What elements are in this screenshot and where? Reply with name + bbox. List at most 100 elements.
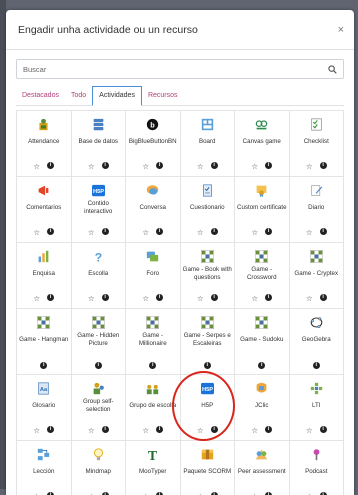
activity-item[interactable]: Group self-selection ☆ i [71,375,126,441]
info-icon[interactable]: i [210,426,218,433]
star-icon[interactable]: ☆ [197,162,204,171]
tab-featured[interactable]: Destacados [16,87,65,105]
info-icon[interactable]: i [47,228,55,235]
star-icon[interactable]: ☆ [33,426,40,435]
activity-actions: ☆i [181,294,235,303]
activity-item[interactable]: Game - Hidden Picture i [71,309,126,375]
star-icon[interactable]: ☆ [251,228,258,237]
search-box[interactable] [16,59,344,79]
activity-item[interactable]: Enquisa ☆ i [17,243,72,309]
star-icon[interactable]: ☆ [142,228,149,237]
mindmap-icon [93,448,103,461]
star-icon[interactable]: ☆ [306,228,313,237]
info-icon[interactable]: i [203,362,211,369]
activity-item[interactable]: Peer assessment☆i [235,441,290,495]
star-icon[interactable]: ☆ [251,162,258,171]
info-icon[interactable]: i [312,362,320,369]
info-icon[interactable]: i [210,294,218,301]
activity-item[interactable]: Grupo de escolla ☆ i [126,375,181,441]
star-icon[interactable]: ☆ [88,228,95,237]
activity-item[interactable]: Aa Glosario ☆ i [17,375,72,441]
info-icon[interactable]: i [210,228,218,235]
activity-item[interactable]: Conversa ☆ i [126,177,181,243]
activity-item[interactable]: Diario ☆ i [289,177,344,243]
activity-item[interactable]: Game - Serpes e Escaleiras i [180,309,235,375]
info-icon[interactable]: i [265,426,273,433]
star-icon[interactable]: ☆ [88,426,95,435]
activity-item[interactable]: Base de datos ☆ i [71,111,126,177]
search-input[interactable] [23,64,328,74]
info-icon[interactable]: i [319,426,327,433]
info-icon[interactable]: i [319,162,327,169]
activity-item[interactable]: H5P Contido interactivo ☆ i [71,177,126,243]
tab-all[interactable]: Todo [65,87,92,105]
info-icon[interactable]: i [47,162,55,169]
search-icon[interactable] [328,64,337,74]
tab-activities[interactable]: Actividades [92,86,142,106]
activity-item[interactable]: Canvas game ☆ i [235,111,290,177]
star-icon[interactable]: ☆ [142,426,149,435]
tab-resources[interactable]: Recursos [142,87,184,105]
activity-item[interactable]: Paquete SCORM☆i [181,441,235,495]
activity-item[interactable]: JClic ☆ i [235,375,290,441]
activity-item[interactable]: Game - Crossword ☆ i [235,243,290,309]
activity-item[interactable]: Game - Sudoku i [235,309,290,375]
star-icon[interactable]: ☆ [33,162,40,171]
info-icon[interactable]: i [149,362,157,369]
star-icon[interactable]: ☆ [197,426,204,435]
activity-item[interactable]: GeoGebra i [289,309,344,375]
close-button[interactable]: × [338,24,344,36]
activity-item[interactable]: Attendance ☆ i [17,111,72,177]
activity-item[interactable]: Podcast☆i [290,441,344,495]
info-icon[interactable]: i [319,228,327,235]
info-icon[interactable]: i [156,294,164,301]
info-icon[interactable]: i [156,426,164,433]
activity-item[interactable]: Custom certificate ☆ i [235,177,290,243]
star-icon[interactable]: ☆ [33,228,40,237]
info-icon[interactable]: i [265,228,273,235]
activity-item[interactable]: Mindmap☆i [72,441,126,495]
info-icon[interactable]: i [40,362,48,369]
star-icon[interactable]: ☆ [251,426,258,435]
info-icon[interactable]: i [156,228,164,235]
star-icon[interactable]: ☆ [33,294,40,303]
activity-item[interactable]: b BigBlueButtonBN ☆ i [126,111,181,177]
info-icon[interactable]: i [94,362,102,369]
activity-item[interactable]: Game - Hangman i [17,309,72,375]
info-icon[interactable]: i [101,426,109,433]
info-icon[interactable]: i [265,294,273,301]
info-icon[interactable]: i [258,362,266,369]
star-icon[interactable]: ☆ [251,294,258,303]
activity-item[interactable]: Cuestionario ☆ i [180,177,235,243]
activity-item[interactable]: Comentarios ☆ i [17,177,72,243]
star-icon[interactable]: ☆ [88,162,95,171]
star-icon[interactable]: ☆ [197,228,204,237]
star-icon[interactable]: ☆ [142,294,149,303]
info-icon[interactable]: i [319,294,327,301]
info-icon[interactable]: i [47,426,55,433]
activity-item[interactable]: Foro ☆ i [126,243,181,309]
info-icon[interactable]: i [101,294,109,301]
activity-item[interactable]: LTI ☆ i [289,375,344,441]
activity-item[interactable]: TMooTyper☆i [126,441,181,495]
star-icon[interactable]: ☆ [88,294,95,303]
activity-item[interactable]: ? Escolla ☆ i [71,243,126,309]
activity-item[interactable]: Game - Millionaire i [126,309,181,375]
activity-item[interactable]: Lección☆i [17,441,72,495]
info-icon[interactable]: i [47,294,55,301]
star-icon[interactable]: ☆ [142,162,149,171]
activity-item[interactable]: Game - Book with questions ☆ i [180,243,235,309]
info-icon[interactable]: i [265,162,273,169]
star-icon[interactable]: ☆ [197,294,204,303]
activity-item[interactable]: Checklist ☆ i [289,111,344,177]
star-icon[interactable]: ☆ [306,426,313,435]
star-icon[interactable]: ☆ [306,162,313,171]
info-icon[interactable]: i [101,162,109,169]
info-icon[interactable]: i [156,162,164,169]
info-icon[interactable]: i [210,162,218,169]
info-icon[interactable]: i [101,228,109,235]
activity-item[interactable]: Game - Cryptex ☆ i [289,243,344,309]
star-icon[interactable]: ☆ [306,294,313,303]
activity-item[interactable]: Board ☆ i [180,111,235,177]
activity-item[interactable]: H5P H5P ☆ i [180,375,235,441]
